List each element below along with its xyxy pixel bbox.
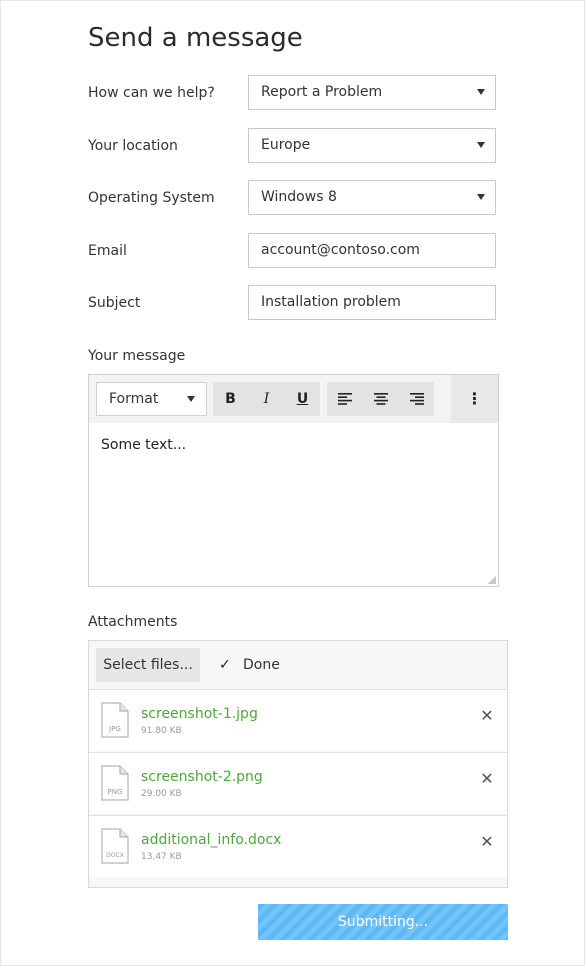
help-select-value: Report a Problem bbox=[261, 84, 383, 100]
text-style-group: B I U bbox=[213, 382, 320, 416]
submit-button[interactable]: Submitting... bbox=[258, 904, 508, 940]
help-select[interactable]: Report a Problem bbox=[248, 75, 496, 110]
page-title: Send a message bbox=[88, 23, 303, 53]
close-icon: ✕ bbox=[480, 832, 494, 851]
location-select-value: Europe bbox=[261, 137, 311, 153]
align-center-icon bbox=[373, 393, 388, 405]
more-options-button[interactable]: ⋮ bbox=[451, 375, 498, 423]
email-field[interactable]: account@contoso.com bbox=[248, 233, 496, 268]
remove-file-button[interactable]: ✕ bbox=[479, 834, 495, 850]
attachment-item: JPG screenshot-1.jpg 91.80 KB ✕ bbox=[89, 689, 507, 751]
more-vertical-icon: ⋮ bbox=[466, 389, 483, 408]
os-label: Operating System bbox=[88, 190, 215, 206]
file-type-label: JPG bbox=[108, 725, 121, 733]
editor-toolbar: Format B I U ⋮ bbox=[89, 375, 498, 423]
close-icon: ✕ bbox=[480, 706, 494, 725]
os-select-value: Windows 8 bbox=[261, 189, 337, 205]
subject-field-value: Installation problem bbox=[261, 294, 401, 310]
file-icon: PNG bbox=[101, 765, 129, 801]
underline-button[interactable]: U bbox=[285, 382, 320, 416]
select-files-button[interactable]: Select files... bbox=[96, 648, 200, 682]
format-select-label: Format bbox=[109, 391, 159, 407]
align-left-button[interactable] bbox=[327, 382, 362, 416]
message-label: Your message bbox=[88, 348, 186, 364]
resize-handle[interactable] bbox=[488, 576, 496, 584]
attachments-header: Select files... ✓ Done bbox=[89, 641, 507, 689]
format-select[interactable]: Format bbox=[96, 382, 207, 416]
chevron-down-icon bbox=[187, 396, 195, 402]
file-icon: JPG bbox=[101, 702, 129, 738]
file-name[interactable]: additional_info.docx bbox=[141, 832, 281, 848]
chevron-down-icon bbox=[477, 142, 485, 148]
align-right-button[interactable] bbox=[399, 382, 434, 416]
file-icon: DOCX bbox=[101, 828, 129, 864]
done-label: Done bbox=[243, 657, 280, 673]
file-type-label: PNG bbox=[108, 788, 123, 796]
chevron-down-icon bbox=[477, 194, 485, 200]
chevron-down-icon bbox=[477, 89, 485, 95]
alignment-group bbox=[327, 382, 434, 416]
attachment-item: DOCX additional_info.docx 13.47 KB ✕ bbox=[89, 815, 507, 877]
align-center-button[interactable] bbox=[363, 382, 398, 416]
help-label: How can we help? bbox=[88, 85, 215, 101]
location-label: Your location bbox=[88, 138, 178, 154]
file-size: 29.00 KB bbox=[141, 789, 182, 799]
attachments-label: Attachments bbox=[88, 614, 178, 630]
remove-file-button[interactable]: ✕ bbox=[479, 708, 495, 724]
message-content[interactable]: Some text... bbox=[101, 437, 186, 453]
file-name[interactable]: screenshot-1.jpg bbox=[141, 706, 258, 722]
message-editor: Format B I U ⋮ Some text... bbox=[88, 374, 499, 587]
form-panel: Send a message How can we help? Report a… bbox=[0, 0, 585, 966]
bold-button[interactable]: B bbox=[213, 382, 248, 416]
attachments-panel: Select files... ✓ Done JPG screenshot-1.j… bbox=[88, 640, 508, 888]
attachment-item: PNG screenshot-2.png 29.00 KB ✕ bbox=[89, 752, 507, 814]
done-button[interactable]: ✓ Done bbox=[219, 648, 280, 682]
location-select[interactable]: Europe bbox=[248, 128, 496, 163]
file-type-label: DOCX bbox=[106, 852, 124, 859]
email-label: Email bbox=[88, 243, 127, 259]
italic-button[interactable]: I bbox=[249, 382, 284, 416]
subject-field[interactable]: Installation problem bbox=[248, 285, 496, 320]
file-name[interactable]: screenshot-2.png bbox=[141, 769, 263, 785]
os-select[interactable]: Windows 8 bbox=[248, 180, 496, 215]
file-size: 91.80 KB bbox=[141, 726, 182, 736]
remove-file-button[interactable]: ✕ bbox=[479, 771, 495, 787]
email-field-value: account@contoso.com bbox=[261, 242, 420, 258]
close-icon: ✕ bbox=[480, 769, 494, 788]
checkmark-icon: ✓ bbox=[219, 657, 231, 673]
subject-label: Subject bbox=[88, 295, 141, 311]
align-left-icon bbox=[337, 393, 352, 405]
align-right-icon bbox=[409, 393, 424, 405]
file-size: 13.47 KB bbox=[141, 852, 182, 862]
